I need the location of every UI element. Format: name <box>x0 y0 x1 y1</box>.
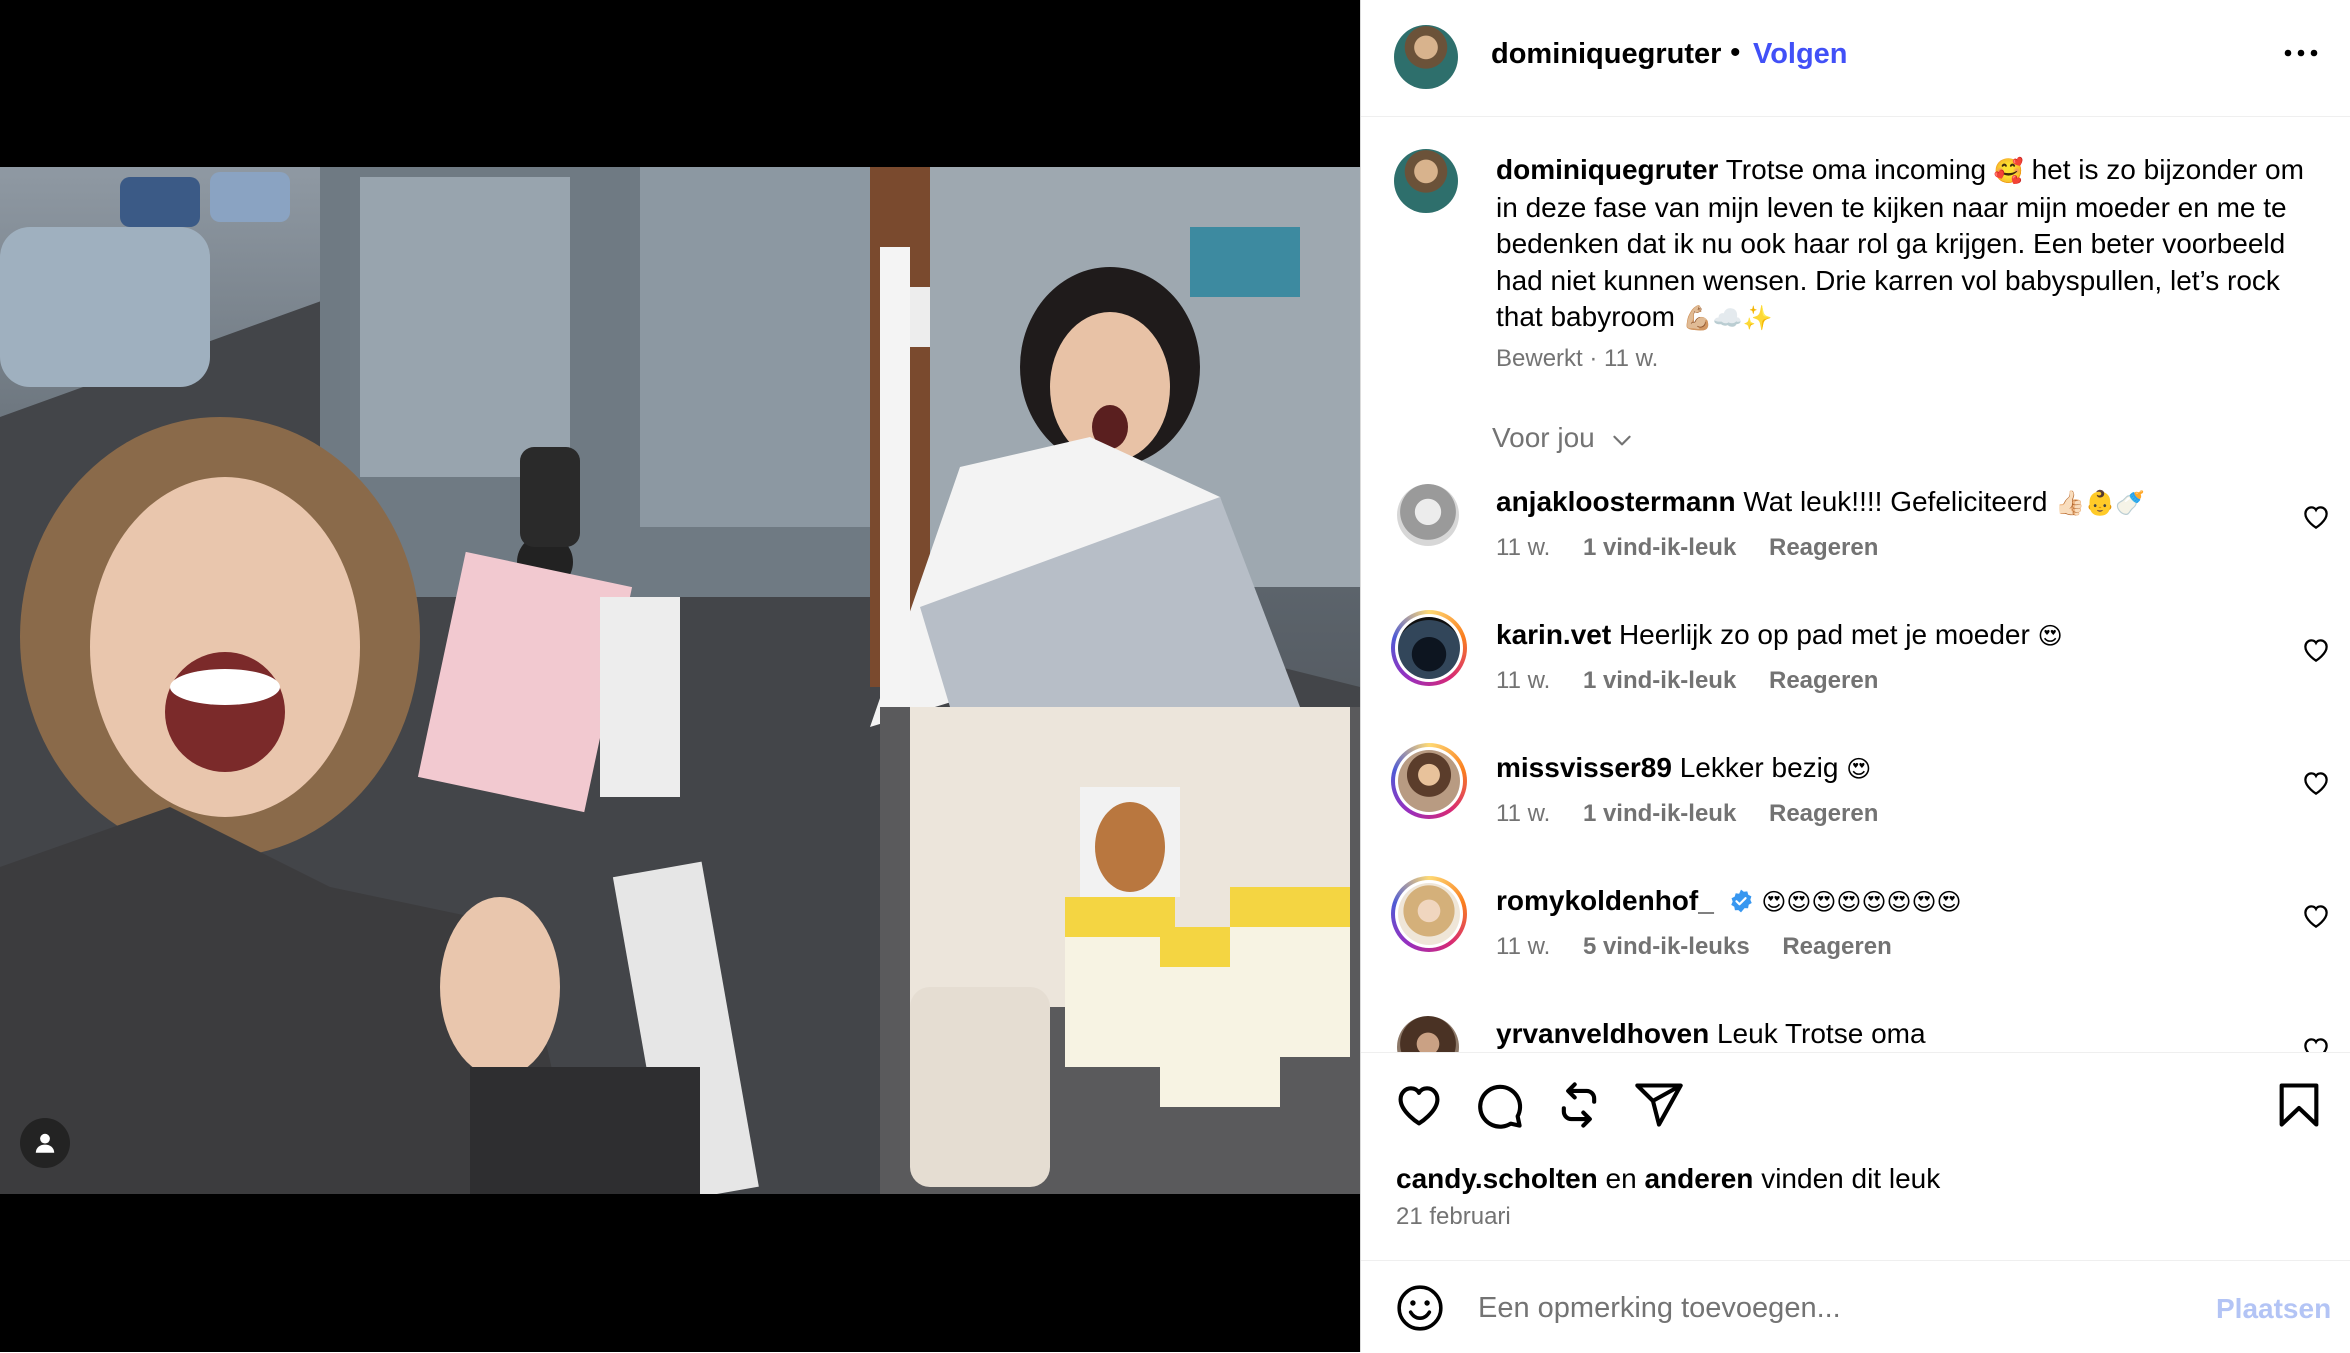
comment-time[interactable]: 11 w. <box>1496 534 1550 561</box>
caption-username[interactable]: dominiquegruter <box>1496 154 1718 185</box>
comment-avatar <box>1398 617 1460 679</box>
comments-scroll-area[interactable]: dominiquegruter Trotse oma incoming 🥰 he… <box>1361 117 2350 1052</box>
liked-by-others[interactable]: anderen <box>1644 1163 1753 1194</box>
instagram-post-modal: dominiquegruter • Volgen dominiquegruter… <box>0 0 2350 1352</box>
comment-emoji: 👍🏻👶🍼 <box>2055 489 2145 517</box>
caption-meta: Bewerkt · 11 w. <box>1496 345 1659 372</box>
comment-item: anjakloostermann Wat leuk!!!! Gefelicite… <box>1361 484 2350 594</box>
comment-bubble-icon[interactable] <box>1473 1079 1525 1131</box>
smiley-icon[interactable] <box>1395 1283 1445 1333</box>
caption-edited: Bewerkt <box>1496 345 1583 372</box>
post-actions: candy.scholten en anderen vinden dit leu… <box>1361 1052 2350 1352</box>
heart-icon[interactable] <box>2301 1034 2331 1052</box>
reply-button[interactable]: Reageren <box>1769 800 1878 827</box>
comment-body: Leuk Trotse oma <box>1716 1018 1926 1049</box>
caption: dominiquegruter Trotse oma incoming 🥰 he… <box>1496 152 2306 337</box>
caption-emoji-2: 💪🏼☁️✨ <box>1682 304 1773 332</box>
heart-icon[interactable] <box>2301 635 2331 665</box>
comment-time[interactable]: 11 w. <box>1496 667 1550 694</box>
photo-illustration <box>0 167 1360 1194</box>
comment-filter-dropdown[interactable]: Voor jou <box>1492 422 1635 454</box>
comment-time[interactable]: 11 w. <box>1496 800 1550 827</box>
comment-username[interactable]: missvisser89 <box>1496 752 1672 783</box>
comment-emoji: 😍 <box>2037 622 2063 650</box>
comment-meta: 11 w. 5 vind-ik-leuks Reageren <box>1496 933 1918 961</box>
story-ring[interactable] <box>1391 743 1467 819</box>
comment-avatar[interactable] <box>1397 1016 1459 1052</box>
comment-text: anjakloostermann Wat leuk!!!! Gefelicite… <box>1496 484 2145 521</box>
add-comment-input[interactable] <box>1476 1283 2180 1333</box>
tagged-people-button[interactable] <box>20 1118 70 1168</box>
comment-username[interactable]: karin.vet <box>1496 619 1611 650</box>
more-horizontal-icon[interactable] <box>2281 38 2321 68</box>
comment-item: yrvanveldhoven Leuk Trotse oma <box>1361 1016 2350 1052</box>
comment-item: karin.vet Heerlijk zo op pad met je moed… <box>1361 610 2350 727</box>
bookmark-icon[interactable] <box>2273 1079 2325 1131</box>
post-photo <box>0 167 1360 1194</box>
liked-by-user[interactable]: candy.scholten <box>1396 1163 1598 1194</box>
comment-text: missvisser89 Lekker bezig 😍 <box>1496 750 1871 787</box>
user-icon <box>35 1133 55 1153</box>
story-ring[interactable] <box>1391 876 1467 952</box>
comment-avatar <box>1398 883 1460 945</box>
author-avatar[interactable] <box>1394 25 1458 89</box>
repost-icon[interactable] <box>1553 1079 1605 1131</box>
comment-likes[interactable]: 1 vind-ik-leuk <box>1583 667 1736 694</box>
comment-username[interactable]: romykoldenhof_ <box>1496 885 1714 916</box>
comment-text: karin.vet Heerlijk zo op pad met je moed… <box>1496 617 2063 654</box>
comment-username[interactable]: anjakloostermann <box>1496 486 1736 517</box>
comment-meta: 11 w. 1 vind-ik-leuk Reageren <box>1496 667 1904 695</box>
caption-avatar[interactable] <box>1394 149 1458 213</box>
caption-emoji-1: 🥰 <box>1993 157 2024 185</box>
liked-by-suffix: vinden dit leuk <box>1761 1163 1941 1194</box>
chevron-down-icon <box>1612 435 1631 446</box>
comment-meta: 11 w. 1 vind-ik-leuk Reageren <box>1496 534 1904 562</box>
reply-button[interactable]: Reageren <box>1782 933 1891 960</box>
post-header: dominiquegruter • Volgen <box>1361 0 2350 117</box>
follow-button[interactable]: Volgen <box>1753 38 1848 71</box>
verified-badge-icon <box>1730 889 1752 913</box>
comment-body: Heerlijk zo op pad met je moeder <box>1618 619 2030 650</box>
like-heart-icon[interactable] <box>1393 1079 1445 1131</box>
comment-avatar[interactable] <box>1397 484 1459 546</box>
comment-item: romykoldenhof_ 😍😍😍😍😍😍😍😍 11 w. 5 vind-ik-… <box>1361 876 2350 993</box>
comment-time[interactable]: 11 w. <box>1496 933 1550 960</box>
liked-by-summary: candy.scholten en anderen vinden dit leu… <box>1396 1163 1940 1195</box>
reply-button[interactable]: Reageren <box>1769 534 1878 561</box>
add-comment-bar: Plaatsen <box>1361 1260 2350 1353</box>
comment-body: Wat leuk!!!! Gefeliciteerd <box>1743 486 2048 517</box>
caption-text-1: Trotse oma incoming <box>1725 154 1987 185</box>
share-send-icon[interactable] <box>1633 1079 1685 1131</box>
separator-dot: • <box>1730 36 1741 69</box>
post-date[interactable]: 21 februari <box>1396 1203 1511 1231</box>
comment-filter-label: Voor jou <box>1492 422 1595 453</box>
comment-meta: 11 w. 1 vind-ik-leuk Reageren <box>1496 800 1904 828</box>
comment-item: missvisser89 Lekker bezig 😍 11 w. 1 vind… <box>1361 743 2350 860</box>
story-ring[interactable] <box>1391 610 1467 686</box>
caption-time[interactable]: 11 w. <box>1604 345 1658 372</box>
post-sidebar: dominiquegruter • Volgen dominiquegruter… <box>1360 0 2350 1352</box>
comment-likes[interactable]: 5 vind-ik-leuks <box>1583 933 1750 960</box>
comment-emoji: 😍 <box>1846 755 1872 783</box>
reply-button[interactable]: Reageren <box>1769 667 1878 694</box>
post-media <box>0 0 1360 1352</box>
comment-text: yrvanveldhoven Leuk Trotse oma <box>1496 1016 1926 1052</box>
comment-username[interactable]: yrvanveldhoven <box>1496 1018 1709 1049</box>
heart-icon[interactable] <box>2301 901 2331 931</box>
comment-avatar <box>1398 750 1460 812</box>
comment-likes[interactable]: 1 vind-ik-leuk <box>1583 534 1736 561</box>
comment-body: Lekker bezig <box>1679 752 1839 783</box>
comment-likes[interactable]: 1 vind-ik-leuk <box>1583 800 1736 827</box>
liked-by-and: en <box>1605 1163 1637 1194</box>
heart-icon[interactable] <box>2301 502 2331 532</box>
heart-icon[interactable] <box>2301 768 2331 798</box>
author-username[interactable]: dominiquegruter <box>1491 38 1721 71</box>
post-comment-button[interactable]: Plaatsen <box>2216 1293 2331 1325</box>
comment-emoji: 😍😍😍😍😍😍😍😍 <box>1761 888 1962 916</box>
comment-text: romykoldenhof_ 😍😍😍😍😍😍😍😍 <box>1496 883 1962 920</box>
